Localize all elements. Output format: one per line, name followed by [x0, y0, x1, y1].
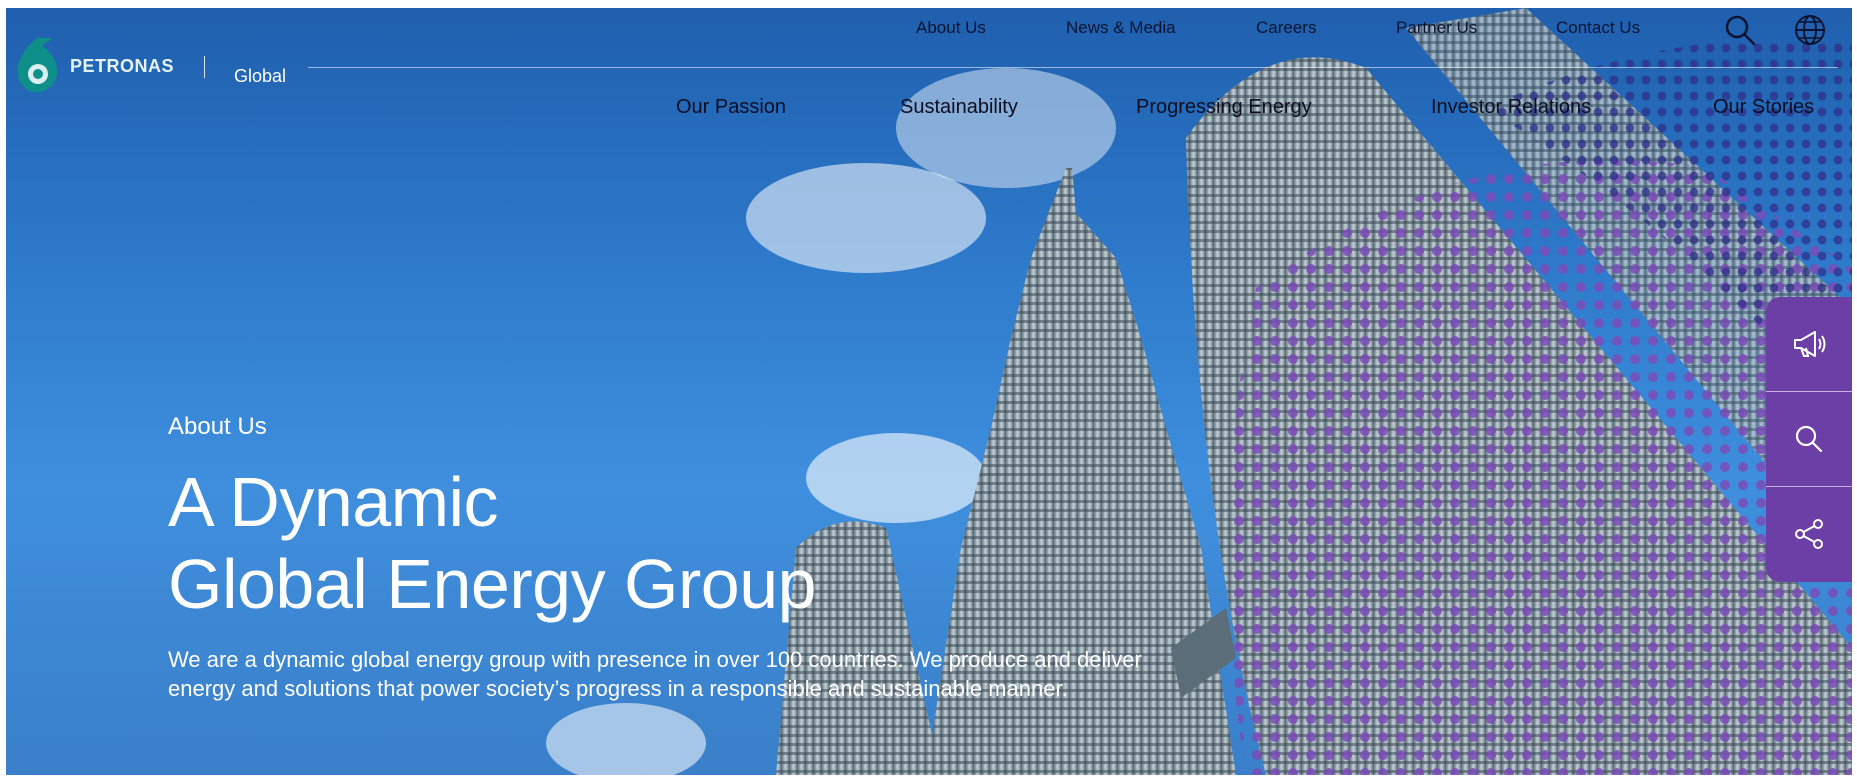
hero-eyebrow: About Us	[168, 413, 267, 440]
globe-icon[interactable]	[1792, 12, 1828, 48]
search-icon	[1795, 425, 1823, 453]
hero-headline-line-2: Global Energy Group	[168, 545, 817, 623]
announcements-button[interactable]	[1766, 297, 1852, 392]
region-selector[interactable]: Global	[234, 66, 286, 87]
nav-progressing-energy[interactable]: Progressing Energy	[1136, 96, 1312, 119]
side-action-rail	[1766, 297, 1852, 582]
util-link-partner-us[interactable]: Partner Us	[1396, 18, 1477, 38]
page-frame: PETRONAS Global About Us News & Media Ca…	[6, 8, 1852, 775]
share-icon	[1795, 519, 1823, 549]
brand-divider	[204, 56, 205, 78]
util-link-contact-us[interactable]: Contact Us	[1556, 18, 1640, 38]
hero-headline: A Dynamic Global Energy Group	[168, 461, 1198, 625]
search-icon[interactable]	[1722, 12, 1758, 48]
nav-our-passion[interactable]: Our Passion	[676, 96, 786, 119]
hero-content: About Us A Dynamic Global Energy Group W…	[168, 413, 1198, 703]
petronas-logo[interactable]: PETRONAS	[12, 36, 174, 96]
nav-our-stories[interactable]: Our Stories	[1713, 96, 1814, 119]
util-link-careers[interactable]: Careers	[1256, 18, 1316, 38]
petronas-emblem-icon	[17, 38, 58, 93]
megaphone-icon	[1794, 331, 1826, 357]
rail-search-button[interactable]	[1766, 392, 1852, 487]
nav-investor-relations[interactable]: Investor Relations	[1431, 96, 1591, 119]
util-link-news-media[interactable]: News & Media	[1066, 18, 1176, 38]
hero-headline-line-1: A Dynamic	[168, 463, 499, 541]
share-button[interactable]	[1766, 487, 1852, 581]
nav-sustainability[interactable]: Sustainability	[900, 96, 1018, 119]
brand-name: PETRONAS	[70, 55, 175, 76]
util-link-about-us[interactable]: About Us	[916, 18, 986, 38]
header-rule	[308, 67, 1838, 68]
hero-description: We are a dynamic global energy group wit…	[168, 647, 1142, 701]
